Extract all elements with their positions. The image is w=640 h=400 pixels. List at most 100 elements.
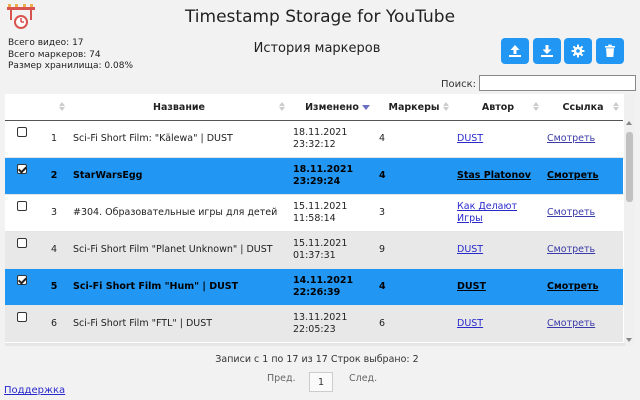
column-header-link-label: Ссылка — [562, 101, 604, 113]
table-row[interactable]: 1 Sci-Fi Short Film: "Kälewa" | DUST 18.11… — [5, 120, 623, 158]
row-markers: 4 — [375, 268, 453, 306]
app-header: Timestamp Storage for YouTube — [0, 0, 640, 36]
row-author-link[interactable]: Как Делают Игры — [457, 201, 517, 224]
markers-table: Название Изменено Маркеры Автор Ссылка 1… — [5, 94, 623, 342]
row-markers: 4 — [375, 120, 453, 158]
row-title: Sci-Fi Short Film: "Kälewa" | DUST — [69, 120, 289, 158]
column-header-name[interactable]: Название — [69, 94, 289, 121]
row-link-cell: Смотреть — [543, 305, 623, 342]
row-watch-link[interactable]: Смотреть — [547, 318, 595, 329]
row-modified: 18.11.2021 23:29:24 — [289, 157, 375, 195]
row-author-link[interactable]: Stas Platonov — [457, 170, 531, 181]
row-time: 11:58:14 — [293, 213, 336, 224]
trash-icon — [605, 44, 615, 57]
row-select-cell — [5, 231, 39, 269]
row-checkbox[interactable] — [17, 201, 27, 211]
row-date: 18.11.2021 — [293, 164, 354, 175]
export-button[interactable] — [501, 38, 529, 64]
row-time: 22:05:23 — [293, 324, 336, 335]
row-checkbox[interactable] — [17, 312, 27, 322]
scroll-up-icon[interactable] — [626, 121, 632, 125]
row-checkbox[interactable] — [17, 238, 27, 248]
row-checkbox[interactable] — [17, 164, 27, 174]
row-author-link[interactable]: DUST — [457, 244, 483, 255]
row-time: 22:26:39 — [293, 287, 341, 298]
row-number: 5 — [39, 268, 69, 306]
column-header-modified[interactable]: Изменено — [289, 94, 375, 121]
row-watch-link[interactable]: Смотреть — [547, 133, 595, 144]
row-title: Sci-Fi Short Film "Planet Unknown" | DUS… — [69, 231, 289, 269]
search-label: Поиск: — [441, 79, 477, 90]
column-header-markers[interactable]: Маркеры — [375, 94, 453, 121]
settings-button[interactable] — [564, 38, 592, 64]
column-header-author-label: Автор — [481, 101, 515, 113]
row-number: 2 — [39, 157, 69, 195]
table-row[interactable]: 2 StarWarsEgg 18.11.2021 23:29:24 4 Stas Plat… — [5, 157, 623, 195]
row-watch-link[interactable]: Смотреть — [547, 207, 595, 218]
vertical-scrollbar[interactable] — [624, 94, 635, 346]
row-select-cell — [5, 305, 39, 342]
stats-storage: Размер хранилища: 0.08% — [8, 61, 133, 71]
row-link-cell: Смотреть — [543, 157, 623, 195]
row-modified: 13.11.2021 22:05:23 — [289, 305, 375, 342]
search-input[interactable] — [479, 75, 636, 91]
row-number: 3 — [39, 194, 69, 232]
column-header-name-label: Название — [153, 101, 205, 113]
scroll-thumb[interactable] — [626, 132, 633, 202]
row-watch-link[interactable]: Смотреть — [547, 244, 595, 255]
row-date: 15.11.2021 — [293, 238, 348, 249]
row-markers: 9 — [375, 231, 453, 269]
upload-icon — [509, 45, 521, 57]
column-header-markers-label: Маркеры — [388, 101, 440, 113]
row-time: 23:32:12 — [293, 139, 336, 150]
row-markers: 4 — [375, 157, 453, 195]
row-link-cell: Смотреть — [543, 120, 623, 158]
row-author-cell: Как Делают Игры — [453, 194, 543, 232]
column-header-select — [5, 94, 39, 121]
table-info: Записи с 1 по 17 из 17 Строк выбрано: 2 — [215, 354, 419, 365]
row-link-cell: Смотреть — [543, 268, 623, 306]
table-row[interactable]: 3 #304. Образовательные игры для детей 15.… — [5, 194, 623, 232]
table-row[interactable]: 5 Sci-Fi Short Film "Hum" | DUST 14.11.202… — [5, 268, 623, 306]
import-button[interactable] — [533, 38, 561, 64]
row-date: 15.11.2021 — [293, 201, 348, 212]
support-link[interactable]: Поддержка — [4, 385, 65, 396]
row-checkbox[interactable] — [17, 127, 27, 137]
table-row[interactable]: 6 Sci-Fi Short Film "FTL" | DUST 13.11.202… — [5, 305, 623, 342]
row-checkbox[interactable] — [17, 275, 27, 285]
page-number-button[interactable]: 1 — [309, 372, 333, 392]
download-icon — [541, 45, 553, 57]
row-modified: 14.11.2021 22:26:39 — [289, 268, 375, 306]
delete-button[interactable] — [596, 38, 624, 64]
table-row[interactable]: 4 Sci-Fi Short Film "Planet Unknown" | DU… — [5, 231, 623, 269]
row-modified: 18.11.2021 23:32:12 — [289, 120, 375, 158]
prev-page-button[interactable]: Пред. — [267, 373, 296, 384]
row-watch-link[interactable]: Смотреть — [547, 170, 599, 181]
scroll-down-icon[interactable] — [626, 338, 632, 342]
row-author-link[interactable]: DUST — [457, 281, 486, 292]
column-header-number[interactable] — [39, 94, 69, 121]
column-header-link[interactable]: Ссылка — [543, 94, 623, 121]
app-title: Timestamp Storage for YouTube — [184, 7, 456, 27]
row-title: StarWarsEgg — [69, 157, 289, 195]
row-title: Sci-Fi Short Film "FTL" | DUST — [69, 305, 289, 342]
row-author-cell: DUST — [453, 305, 543, 342]
next-page-button[interactable]: След. — [349, 373, 377, 384]
row-title: Sci-Fi Short Film "Hum" | DUST — [69, 268, 289, 306]
sort-desc-icon — [362, 105, 370, 110]
row-number: 6 — [39, 305, 69, 342]
row-author-link[interactable]: DUST — [457, 318, 483, 329]
row-number: 1 — [39, 120, 69, 158]
row-date: 18.11.2021 — [293, 127, 348, 138]
gear-icon — [571, 44, 585, 58]
row-modified: 15.11.2021 01:37:31 — [289, 231, 375, 269]
row-author-link[interactable]: DUST — [457, 133, 483, 144]
row-time: 23:29:24 — [293, 176, 341, 187]
column-header-author[interactable]: Автор — [453, 94, 543, 121]
table-header-row: Название Изменено Маркеры Автор Ссылка — [5, 94, 623, 121]
row-watch-link[interactable]: Смотреть — [547, 281, 599, 292]
row-author-cell: DUST — [453, 120, 543, 158]
horizontal-scrollbar[interactable] — [5, 343, 625, 346]
row-select-cell — [5, 194, 39, 232]
row-date: 13.11.2021 — [293, 312, 348, 323]
